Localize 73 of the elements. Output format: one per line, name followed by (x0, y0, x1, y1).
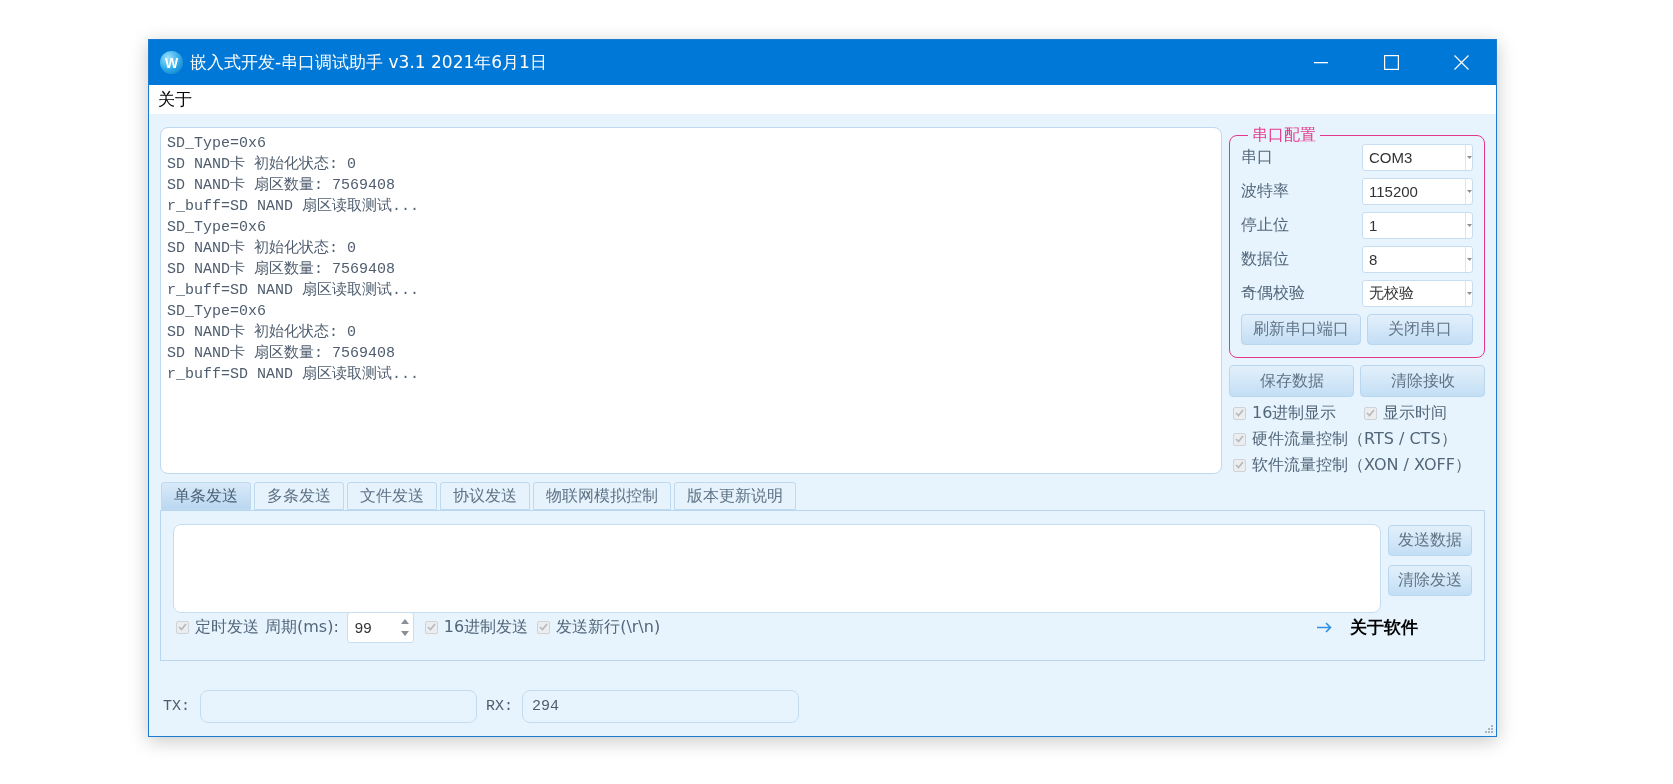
checkbox[interactable] (1233, 406, 1246, 420)
checkbox-label: 16进制发送 (443, 616, 529, 638)
receive-button[interactable]: 清除接收 (1360, 365, 1485, 397)
log-line: SD_Type=0x6 (167, 302, 268, 322)
rx-label: RX: (486, 698, 514, 715)
checkbox[interactable] (1233, 458, 1246, 472)
log-line: SD_Type=0x6 (167, 218, 268, 238)
send-button[interactable]: 发送数据 (1388, 525, 1472, 556)
receive-button[interactable]: 保存数据 (1229, 365, 1354, 397)
close-icon (1453, 55, 1469, 70)
checkbox-label: 显示时间 (1383, 402, 1447, 424)
dropdown-arrow-icon (1465, 179, 1472, 204)
tx-label: TX: (163, 698, 190, 715)
app-logo: W (160, 51, 183, 74)
tab[interactable]: 版本更新说明 (674, 482, 796, 510)
field-label: 串口 (1241, 147, 1273, 168)
dropdown[interactable]: 8 (1362, 246, 1473, 273)
maximize-icon (1383, 55, 1399, 70)
log-line: SD NAND卡 扇区数量: 7569408 (167, 175, 397, 196)
log-line: SD_Type=0x6 (167, 134, 268, 154)
dropdown[interactable]: COM3 (1362, 144, 1473, 171)
log-line: SD NAND卡 扇区数量: 7569408 (167, 343, 397, 364)
resize-grip-icon (1485, 725, 1494, 734)
dropdown[interactable]: 无校验 (1362, 280, 1473, 307)
send-button[interactable]: 清除发送 (1388, 565, 1472, 596)
checkbox[interactable] (176, 620, 189, 634)
checkbox-label: 硬件流量控制（RTS / CTS） (1252, 428, 1457, 450)
checkbox[interactable] (424, 620, 438, 634)
field-label: 数据位 (1241, 249, 1289, 270)
dropdown-arrow-icon (1465, 281, 1472, 306)
checkbox[interactable] (1364, 406, 1377, 420)
arrow-right-icon (1317, 621, 1332, 633)
log-line: SD NAND卡 扇区数量: 7569408 (167, 259, 397, 280)
tab[interactable]: 多条发送 (254, 482, 344, 510)
rx-count-field[interactable]: 294 (522, 690, 800, 723)
about-link[interactable]: 关于软件 (1350, 615, 1418, 639)
checkbox-label: 16进制显示 (1252, 402, 1337, 424)
log-line: SD NAND卡 初始化状态: 0 (167, 322, 358, 343)
tab[interactable]: 协议发送 (440, 482, 530, 510)
log-line: r_buff=SD NAND 扇区读取测试... (167, 196, 421, 217)
dropdown-arrow-icon (1465, 145, 1472, 170)
tab[interactable]: 单条发送 (161, 482, 251, 510)
spin-down-icon (400, 630, 409, 636)
log-line: SD NAND卡 初始化状态: 0 (167, 154, 358, 175)
dropdown[interactable]: 1 (1362, 212, 1473, 239)
menu-item[interactable]: 关于 (155, 88, 195, 111)
config-button[interactable]: 关闭串口 (1367, 314, 1473, 345)
send-input-field[interactable] (173, 524, 1381, 613)
field-label: 奇偶校验 (1241, 283, 1305, 304)
dropdown[interactable]: 115200 (1362, 178, 1473, 205)
tab[interactable]: 物联网模拟控制 (533, 482, 671, 510)
period-label: 周期(ms): (265, 616, 339, 638)
config-button[interactable]: 刷新串口端口 (1241, 314, 1361, 345)
checkbox[interactable] (537, 620, 551, 634)
receive-text-area[interactable] (160, 127, 1222, 474)
dropdown-arrow-icon (1465, 213, 1472, 238)
checkbox-label: 软件流量控制（XON / XOFF） (1252, 454, 1471, 476)
dropdown-arrow-icon (1465, 247, 1472, 272)
spin-up-icon (400, 618, 409, 624)
field-label: 停止位 (1241, 215, 1289, 236)
checkbox[interactable] (1233, 432, 1246, 446)
tab[interactable]: 文件发送 (347, 482, 437, 510)
log-line: r_buff=SD NAND 扇区读取测试... (167, 364, 421, 385)
tx-count-field[interactable] (200, 690, 477, 723)
checkbox-label: 发送新行(\r\n) (556, 616, 661, 638)
group-title: 串口配置 (1251, 126, 1317, 144)
window-title: 嵌入式开发-串口调试助手 v3.1 2021年6月1日 (190, 51, 547, 74)
minimize-icon (1314, 61, 1328, 64)
checkbox-label: 定时发送 (195, 616, 259, 638)
field-label: 波特率 (1241, 181, 1289, 202)
period-spinbox[interactable]: 99 (346, 611, 414, 643)
log-line: SD NAND卡 初始化状态: 0 (167, 238, 358, 259)
log-line: r_buff=SD NAND 扇区读取测试... (167, 280, 421, 301)
